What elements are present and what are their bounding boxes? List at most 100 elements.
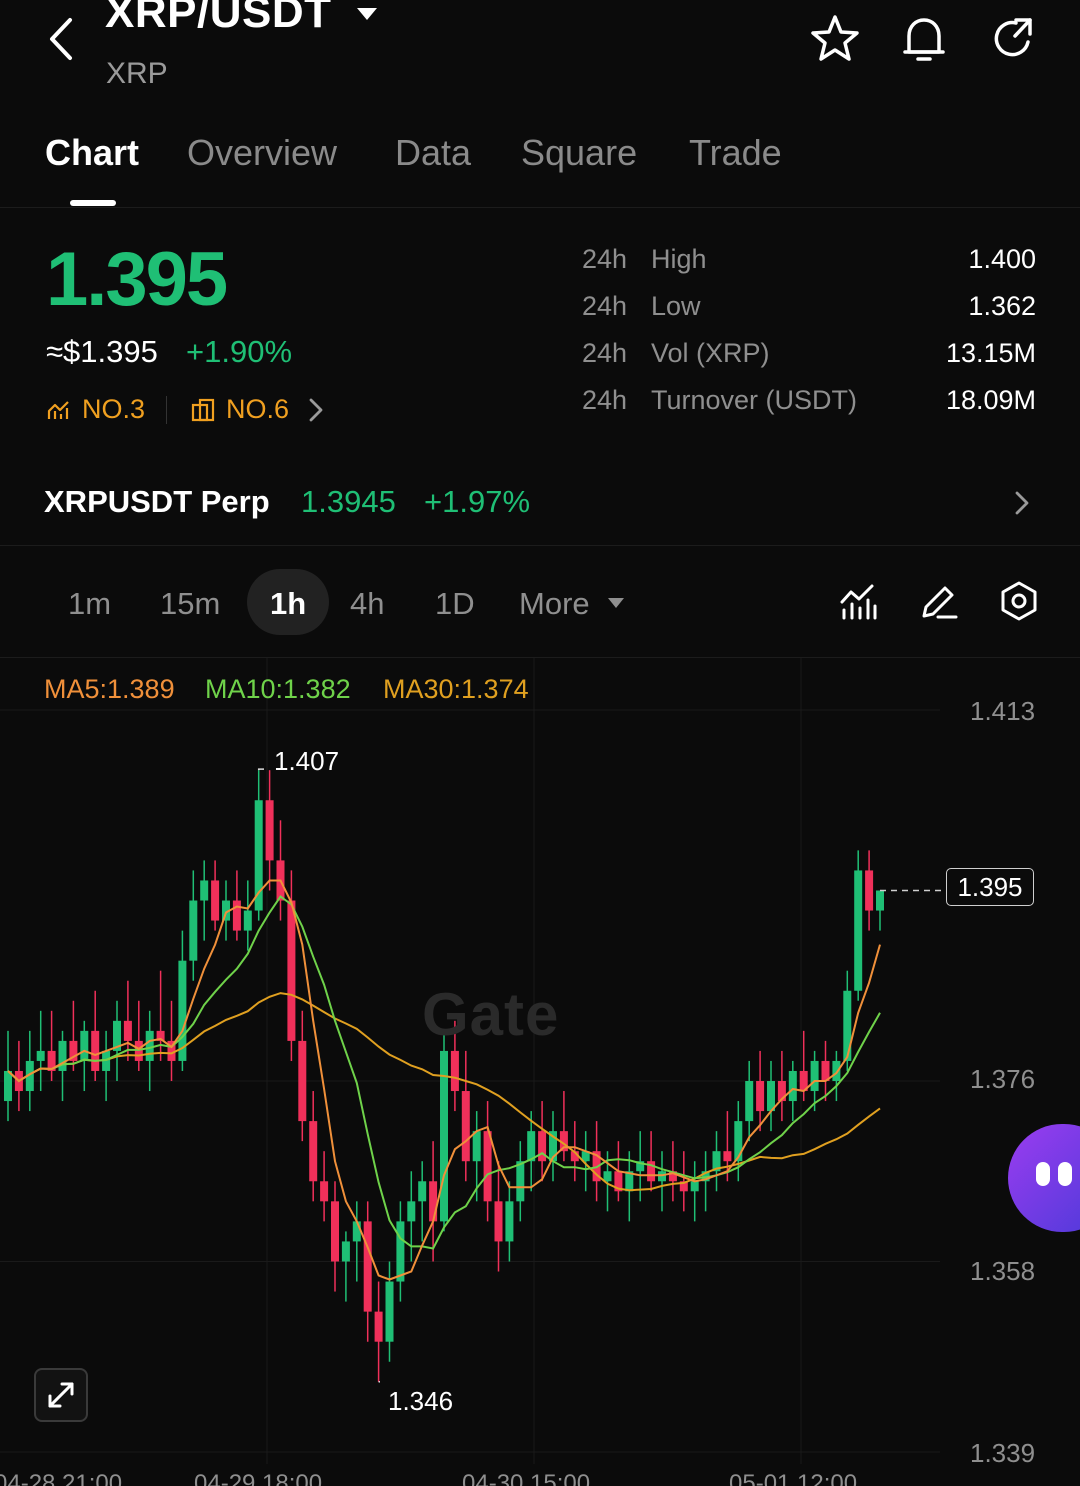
candle-body <box>461 1091 470 1162</box>
stat-period: 24h <box>582 338 628 368</box>
tab-active-indicator <box>70 200 116 206</box>
main-tabs: Chart Overview Data Square Trade <box>0 120 1080 208</box>
perp-change: +1.97% <box>424 484 531 519</box>
candle-body <box>745 1081 754 1122</box>
interval-1m[interactable]: 1m <box>68 586 111 622</box>
stat-row-high: 24h High 1.400 <box>582 244 1038 291</box>
candle-body <box>494 1201 503 1242</box>
chevron-down-icon[interactable] <box>354 4 380 24</box>
chevron-down-icon[interactable] <box>606 596 626 610</box>
candle-body <box>832 1060 841 1081</box>
candle-body <box>690 1181 699 1192</box>
star-icon[interactable] <box>808 12 862 66</box>
settings-icon[interactable] <box>998 580 1040 622</box>
kline-chart[interactable]: Gate MA5:1.389 MA10:1.382 MA30:1.374 1.4… <box>0 658 1080 1486</box>
high-marker-line <box>257 768 264 771</box>
interval-bar: 1m 15m 1h 4h 1D More <box>0 548 1080 658</box>
candle-body <box>243 910 252 931</box>
stat-value: 1.400 <box>968 244 1036 274</box>
candle-body <box>374 1311 383 1342</box>
candle-body <box>4 1070 12 1102</box>
stat-period: 24h <box>582 385 628 415</box>
price-change-percent: +1.90% <box>186 334 293 369</box>
stat-label: Vol (XRP) <box>651 338 770 368</box>
indicator-icon[interactable] <box>838 580 880 622</box>
bell-icon[interactable] <box>897 12 951 66</box>
share-icon[interactable] <box>986 12 1040 66</box>
tab-chart[interactable]: Chart <box>45 132 139 174</box>
candle-body <box>450 1050 459 1092</box>
candle-body <box>341 1241 350 1262</box>
candle-body <box>145 1030 154 1061</box>
trend-chart-icon <box>47 400 69 419</box>
tab-overview[interactable]: Overview <box>187 132 337 174</box>
stat-value: 18.09M <box>945 385 1036 415</box>
perp-price: 1.3945 <box>301 484 396 519</box>
interval-more[interactable]: More <box>519 586 590 622</box>
pencil-icon[interactable] <box>918 580 960 622</box>
y-axis-label: 1.413 <box>970 696 1036 726</box>
candle-body <box>385 1281 394 1342</box>
candle-body <box>407 1201 416 1222</box>
tab-data[interactable]: Data <box>395 132 471 174</box>
base-asset-label: XRP <box>106 57 168 90</box>
stat-label: Turnover (USDT) <box>651 385 858 415</box>
stat-label: High <box>651 244 707 274</box>
y-axis-label: 1.339 <box>970 1438 1036 1468</box>
hot-rank[interactable]: NO.3 <box>46 394 145 425</box>
candle-body <box>200 880 209 901</box>
candle-body <box>36 1050 45 1061</box>
stat-value: 1.362 <box>968 291 1036 321</box>
chart-canvas[interactable] <box>0 658 1080 1486</box>
x-axis-label: 04-28 21:00 <box>0 1470 123 1486</box>
candle-body <box>363 1221 372 1312</box>
interval-1h[interactable]: 1h <box>270 586 306 622</box>
ma30-legend: MA30:1.374 <box>383 674 529 704</box>
stat-label: Low <box>651 291 701 321</box>
ma10-legend: MA10:1.382 <box>205 674 351 704</box>
ma5-legend: MA5:1.389 <box>44 674 175 704</box>
sector-rank-label: NO.6 <box>226 394 290 424</box>
candle-body <box>603 1171 612 1182</box>
x-axis-label: 04-30 15:00 <box>462 1470 591 1486</box>
y-axis-label: 1.358 <box>970 1256 1036 1286</box>
sector-rank[interactable]: NO.6 <box>190 394 289 425</box>
expand-icon <box>48 1382 74 1408</box>
tab-trade[interactable]: Trade <box>689 132 782 174</box>
candle-body <box>854 870 863 991</box>
chevron-right-icon[interactable] <box>1012 488 1032 518</box>
high-marker-label: 1.407 <box>274 746 340 776</box>
back-icon[interactable] <box>40 14 84 64</box>
candle-body <box>418 1181 427 1202</box>
candle-body <box>538 1131 547 1162</box>
fullscreen-button[interactable] <box>34 1368 88 1422</box>
candle-body <box>483 1131 492 1202</box>
gate-watermark: Gate <box>422 981 560 1048</box>
stat-period: 24h <box>582 244 628 274</box>
perp-row[interactable]: XRPUSDT Perp 1.3945 +1.97% <box>0 470 1080 546</box>
current-price-tag: 1.395 <box>946 868 1034 906</box>
interval-15m[interactable]: 15m <box>160 586 220 622</box>
candle-body <box>232 900 241 931</box>
assistant-eye <box>1036 1162 1050 1186</box>
candle-body <box>396 1221 405 1282</box>
pair-title[interactable]: XRP/USDT <box>105 0 331 38</box>
stat-row-low: 24h Low 1.362 <box>582 291 1038 338</box>
interval-1d[interactable]: 1D <box>435 586 475 622</box>
stat-row-volume: 24h Vol (XRP) 13.15M <box>582 338 1038 385</box>
candle-body <box>134 1040 143 1061</box>
chevron-right-icon[interactable] <box>306 396 326 424</box>
stat-row-turnover: 24h Turnover (USDT) 18.09M <box>582 385 1038 432</box>
candle-body <box>298 1040 307 1122</box>
last-price: 1.395 <box>46 237 228 322</box>
candle-body <box>810 1060 819 1092</box>
tab-square[interactable]: Square <box>521 132 637 174</box>
candle-body <box>472 1131 481 1162</box>
x-axis-label: 04-29 18:00 <box>194 1470 323 1486</box>
candle-body <box>843 990 852 1061</box>
candle-body <box>788 1070 797 1102</box>
stats-panel: 24h High 1.400 24h Low 1.362 24h Vol (XR… <box>582 244 1038 432</box>
x-axis-label: 05-01 12:00 <box>729 1470 858 1486</box>
candle-body <box>91 1030 100 1071</box>
interval-4h[interactable]: 4h <box>350 586 384 622</box>
